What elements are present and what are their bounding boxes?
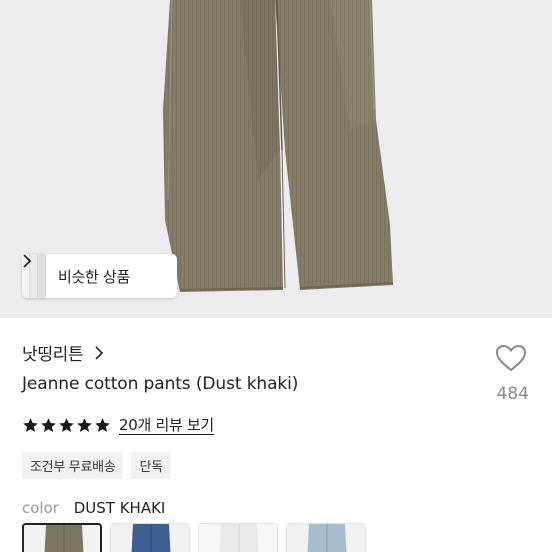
shipping-tag: 조건부 무료배송 (22, 452, 124, 479)
star-icon (95, 418, 110, 432)
shop-name: 낫띵리튼 (22, 345, 84, 365)
heart-icon (495, 344, 527, 372)
similar-items-button[interactable]: 비슷한 상품 (22, 254, 177, 298)
rating-row: 20개 리뷰 보기 (22, 416, 214, 435)
product-title: Jeanne cotton pants (Dust khaki) (22, 374, 299, 394)
like-button[interactable] (494, 343, 528, 377)
review-link[interactable]: 20개 리뷰 보기 (119, 416, 214, 435)
rating-stars (22, 417, 111, 434)
star-icon (41, 418, 56, 432)
similar-items-label: 비슷한 상품 (58, 267, 130, 286)
tag-list: 조건부 무료배송 단독 (22, 452, 171, 479)
product-hero-image[interactable]: 비슷한 상품 (0, 0, 552, 318)
chevron-right-icon (95, 345, 104, 360)
color-label: color (22, 499, 59, 517)
swatch-white[interactable] (198, 523, 278, 552)
color-swatch-list (22, 523, 366, 552)
star-icon (23, 418, 38, 432)
shop-link[interactable]: 낫띵리튼 (22, 340, 105, 365)
like-count: 484 (496, 384, 529, 404)
exclusive-tag: 단독 (131, 452, 171, 479)
color-value: DUST KHAKI (73, 499, 166, 517)
swatch-dust-khaki[interactable] (22, 523, 102, 552)
star-icon (77, 418, 92, 432)
swatch-light-blue[interactable] (286, 523, 366, 552)
color-option-row: color DUST KHAKI (22, 499, 165, 517)
swatch-blue[interactable] (110, 523, 190, 552)
star-icon (59, 418, 74, 432)
